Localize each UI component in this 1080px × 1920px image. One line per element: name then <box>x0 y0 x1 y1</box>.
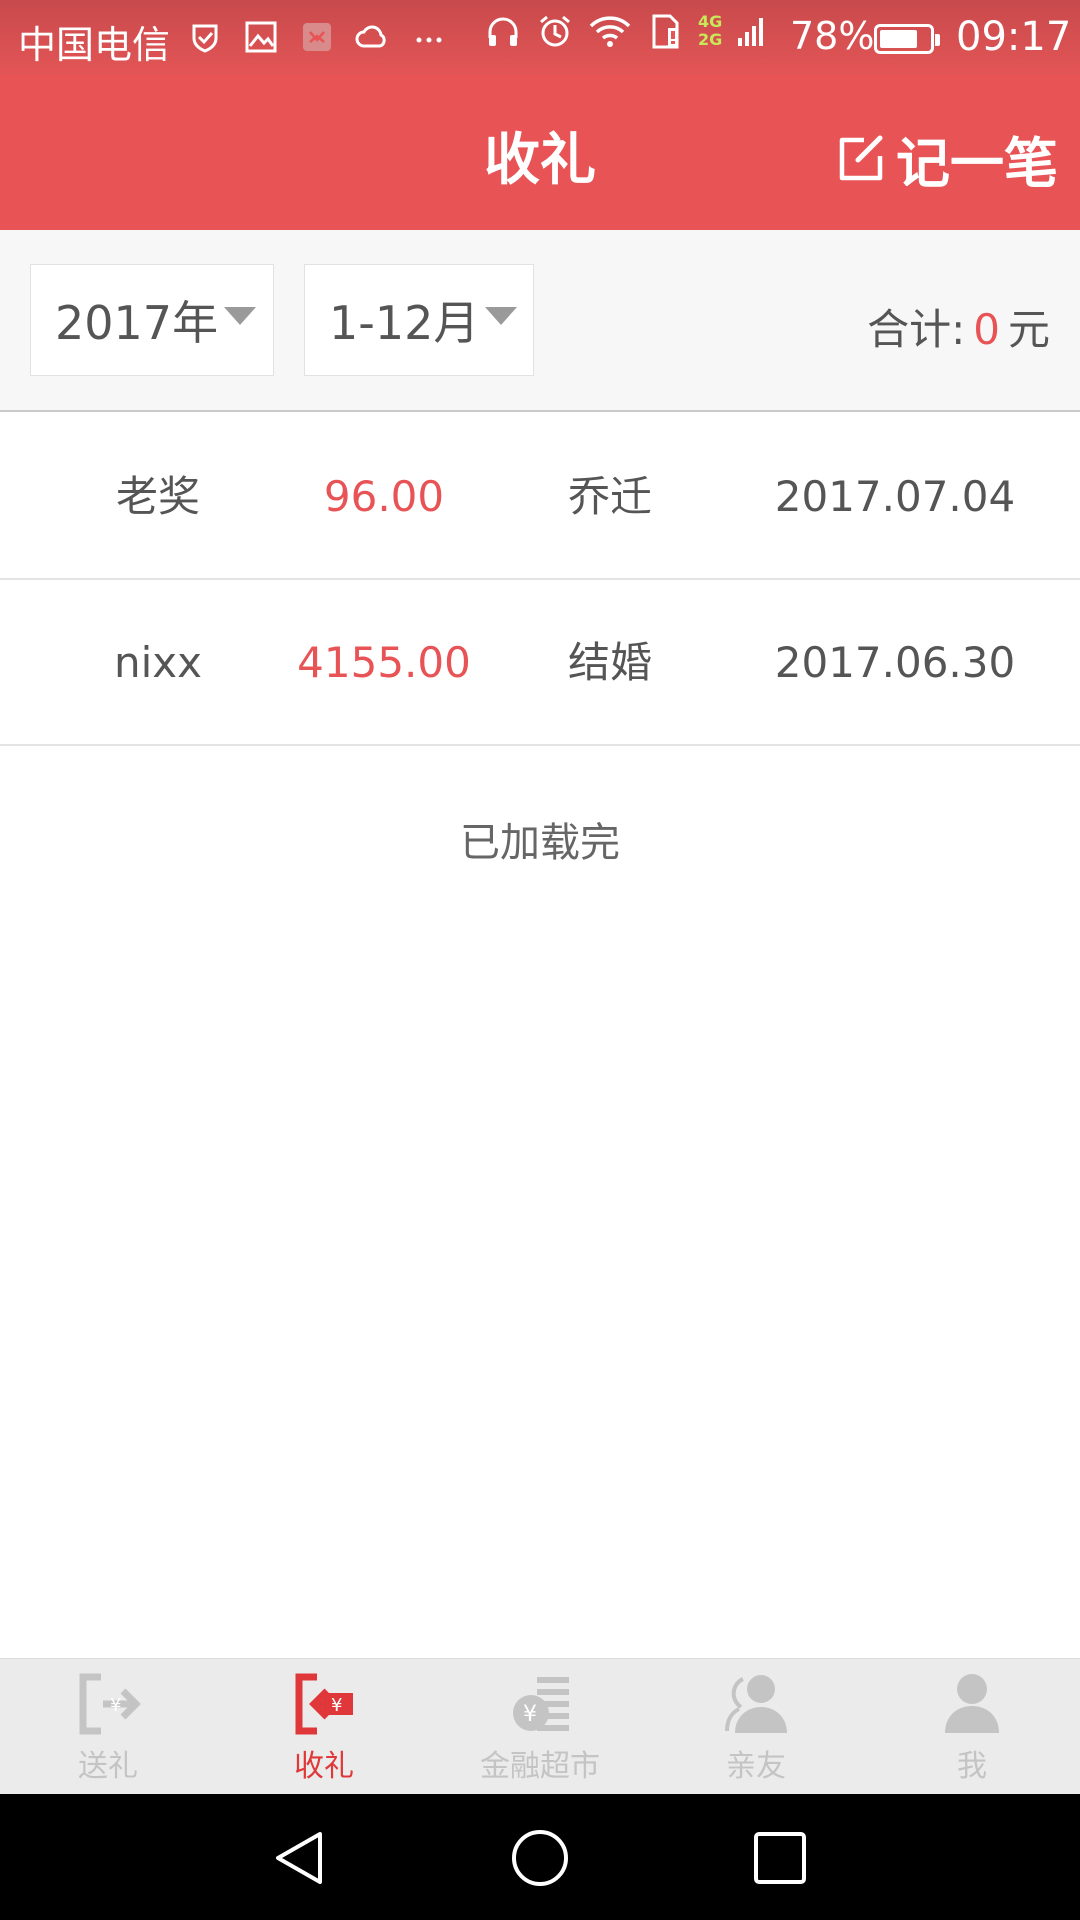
tab-receive-gift[interactable]: ¥ 收礼 <box>216 1659 432 1794</box>
record-name: nixx <box>114 638 202 687</box>
svg-text:¥: ¥ <box>331 1695 342 1716</box>
svg-text:¥: ¥ <box>110 1695 121 1716</box>
tab-label: 亲友 <box>726 1749 786 1784</box>
tab-label: 我 <box>957 1749 987 1784</box>
battery-icon <box>874 24 940 54</box>
alarm-icon <box>540 15 570 47</box>
month-range-dropdown[interactable]: 1-12月 <box>304 264 534 376</box>
bottom-tab-bar: ¥ 送礼 ¥ 收礼 ¥ 金融超市 亲友 我 <box>0 1658 1080 1794</box>
sim-card-icon <box>652 14 679 49</box>
svg-text:¥: ¥ <box>523 1702 537 1727</box>
wifi-icon <box>589 16 631 47</box>
clock: 09:17 <box>956 14 1072 60</box>
total-unit: 元 <box>1007 305 1050 354</box>
home-icon[interactable] <box>510 1828 570 1888</box>
battery-percent: 78% <box>790 14 875 58</box>
cloud-icon <box>355 25 386 48</box>
tab-finance-market[interactable]: ¥ 金融超市 <box>432 1659 648 1794</box>
edit-icon <box>839 135 883 180</box>
carrier-label: 中国电信 <box>18 23 171 67</box>
record-event: 结婚 <box>567 638 652 687</box>
notification-icons <box>186 18 448 56</box>
shield-check-icon <box>192 24 218 53</box>
receive-gift-icon: ¥ <box>295 1673 353 1735</box>
tab-profile[interactable]: 我 <box>864 1659 1080 1794</box>
recent-apps-icon[interactable] <box>750 1828 810 1888</box>
list-end-message: 已加载完 <box>460 820 620 866</box>
caret-down-icon <box>485 307 518 325</box>
network-type: 4G 2G <box>698 12 723 49</box>
year-dropdown-value: 2017年 <box>55 296 219 350</box>
record-event: 乔迁 <box>567 472 652 521</box>
year-dropdown[interactable]: 2017年 <box>30 264 274 376</box>
total-summary: 合计: 0 元 <box>867 296 1050 357</box>
record-name: 老奖 <box>115 472 200 521</box>
more-dots-icon <box>416 37 442 43</box>
system-icons: 4G 2G <box>484 12 766 50</box>
record-date: 2017.07.04 <box>774 472 1016 521</box>
tab-label: 送礼 <box>78 1749 138 1784</box>
total-label: 合计: <box>867 305 966 354</box>
headphones-icon <box>488 17 518 46</box>
record-amount: 4155.00 <box>297 638 471 687</box>
gift-record-list: 老奖 96.00 乔迁 2017.07.04 nixx 4155.00 结婚 2… <box>0 414 1080 746</box>
month-range-value: 1-12月 <box>329 296 480 350</box>
title-bar: 收礼 记一笔 <box>0 75 1080 230</box>
list-item[interactable]: nixx 4155.00 结婚 2017.06.30 <box>0 580 1080 746</box>
tab-friends[interactable]: 亲友 <box>648 1659 864 1794</box>
profile-icon <box>945 1674 999 1733</box>
add-record-label: 记一笔 <box>896 132 1058 195</box>
tab-label: 金融超市 <box>480 1749 600 1784</box>
send-gift-icon: ¥ <box>79 1673 141 1735</box>
app-logo-icon <box>303 23 331 51</box>
tab-label: 收礼 <box>294 1749 354 1784</box>
tab-send-gift[interactable]: ¥ 送礼 <box>0 1659 216 1794</box>
caret-down-icon <box>224 307 257 325</box>
record-amount: 96.00 <box>323 472 445 521</box>
filter-bar: 2017年 1-12月 合计: 0 元 <box>0 230 1080 412</box>
record-date: 2017.06.30 <box>774 638 1016 687</box>
system-navigation-bar <box>0 1794 1080 1920</box>
finance-market-icon: ¥ <box>513 1677 569 1731</box>
friends-icon <box>725 1675 787 1733</box>
battery-level-fill <box>880 30 918 48</box>
signal-icon <box>738 18 764 46</box>
back-icon[interactable] <box>270 1828 330 1888</box>
list-item[interactable]: 老奖 96.00 乔迁 2017.07.04 <box>0 414 1080 580</box>
add-record-button[interactable]: 记一笔 <box>834 119 1058 198</box>
image-icon <box>245 21 277 53</box>
status-bar: 中国电信 4G 2G 78% 09:17 <box>0 0 1080 75</box>
total-value: 0 <box>973 305 1000 354</box>
